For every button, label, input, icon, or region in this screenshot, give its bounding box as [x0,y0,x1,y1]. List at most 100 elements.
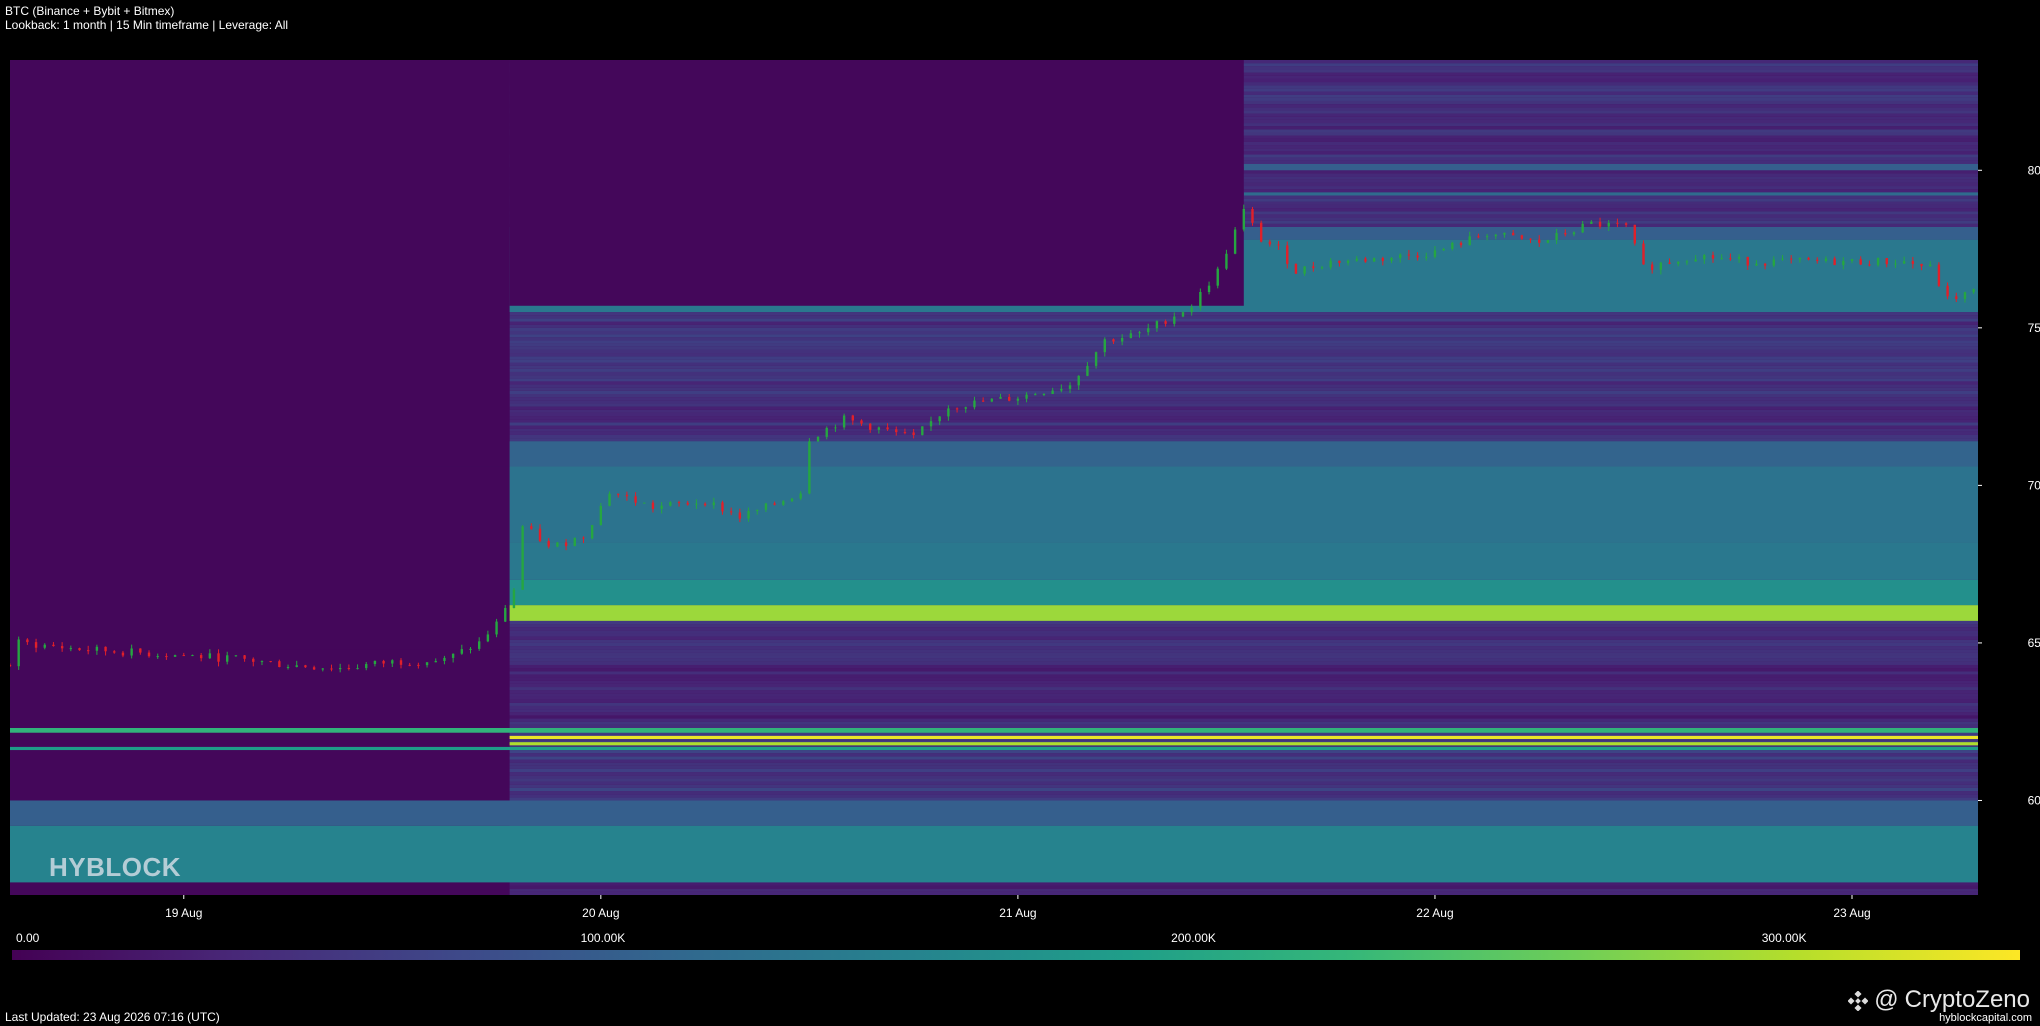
candle [617,493,620,495]
colorbar-tick-label: 0.00 [16,931,40,945]
candle [834,427,837,429]
heatmap-cell [509,787,1978,792]
candle [469,648,472,650]
candle [1763,263,1767,266]
candle [1746,256,1749,266]
candle [1242,208,1246,230]
heatmap-band [10,746,1978,751]
candle [1729,258,1732,260]
heatmap-empty-region [10,466,510,650]
heatmap-cell [509,425,1978,429]
candle [1590,221,1593,224]
candle [1120,337,1124,342]
candle [417,664,420,666]
heatmap-cell [509,756,1978,760]
heatmap-cell [509,885,1978,889]
candle [1572,232,1576,235]
candle [1885,258,1888,265]
candle [703,503,707,506]
candle [121,652,125,656]
heatmap-cell [509,775,1978,779]
heatmap-cell [509,384,1978,388]
heatmap-cell [509,639,1978,643]
candle [1312,266,1315,269]
candle [1624,223,1628,225]
heatmap-cell [509,633,1978,637]
candle [990,398,994,402]
y-tick-label: 65000.0 [2028,636,2040,650]
candle [747,510,750,519]
heatmap-cell [509,693,1978,697]
candle [78,648,81,651]
candle [1642,243,1645,265]
candle [104,646,107,652]
heatmap-cell [509,784,1978,788]
x-tick-label: 19 Aug [165,906,202,920]
candle [1668,262,1671,264]
candle [243,655,246,659]
heatmap-cell [509,668,1978,672]
candle [1520,235,1524,239]
candle [1329,260,1332,268]
candle [1833,258,1836,266]
candle [1929,264,1932,267]
candle [981,400,985,402]
heatmap-cell [509,664,1978,669]
heatmap-cell [509,642,1978,647]
candle [399,660,403,665]
candle [495,621,498,635]
candle [26,639,29,643]
candle [1598,221,1602,227]
y-axis: 60000.0 65000.0 70000.0 75000.0 80000.0 [1978,163,2040,807]
heatmap-cell [509,882,1978,886]
heatmap-cell [509,652,1978,656]
candle [182,655,185,657]
candle [1511,232,1515,236]
candle [95,646,99,651]
candle [999,396,1002,399]
candle [860,420,863,424]
candle [842,415,846,428]
candle [1398,254,1402,258]
heatmap-cell [509,403,1978,407]
candle [477,641,481,649]
candle [825,427,828,437]
candle [695,503,698,505]
heatmap-cell [509,365,1978,369]
heatmap-cell [509,315,1978,319]
colorbar-tick-label: 100.00K [580,931,626,945]
candle [564,542,568,547]
heatmap-cell [509,690,1978,694]
heatmap-band [10,800,1978,826]
liquidation-heatmap-chart[interactable]: 60000.0 65000.0 70000.0 75000.0 80000.0 19 A… [0,0,2040,1000]
candle [1868,264,1871,266]
candle [226,655,229,662]
candle [782,501,785,505]
candle [738,512,742,519]
heatmap-cell [509,636,1978,640]
candle [1147,328,1150,333]
heatmap-cell [509,683,1978,688]
heatmap-cell [509,715,1978,719]
heatmap-cell [509,778,1978,782]
candle [1798,257,1802,260]
heatmap-cell [509,371,1978,376]
candle [1703,255,1706,260]
candle [1346,260,1350,263]
heatmap-cell [509,791,1978,795]
heatmap-cell [509,658,1978,662]
candle [1894,263,1897,265]
candle [1850,259,1854,261]
candle [1807,257,1810,260]
candle [1433,250,1437,257]
candle [1859,259,1862,265]
candle [139,648,142,653]
candle [1268,241,1272,245]
candle [1911,261,1915,264]
candle [1164,321,1167,324]
heatmap-cell [509,375,1978,379]
candle [1963,292,1967,299]
candle [773,503,776,505]
heatmap-cell [509,397,1978,401]
heatmap-cell [509,624,1978,628]
